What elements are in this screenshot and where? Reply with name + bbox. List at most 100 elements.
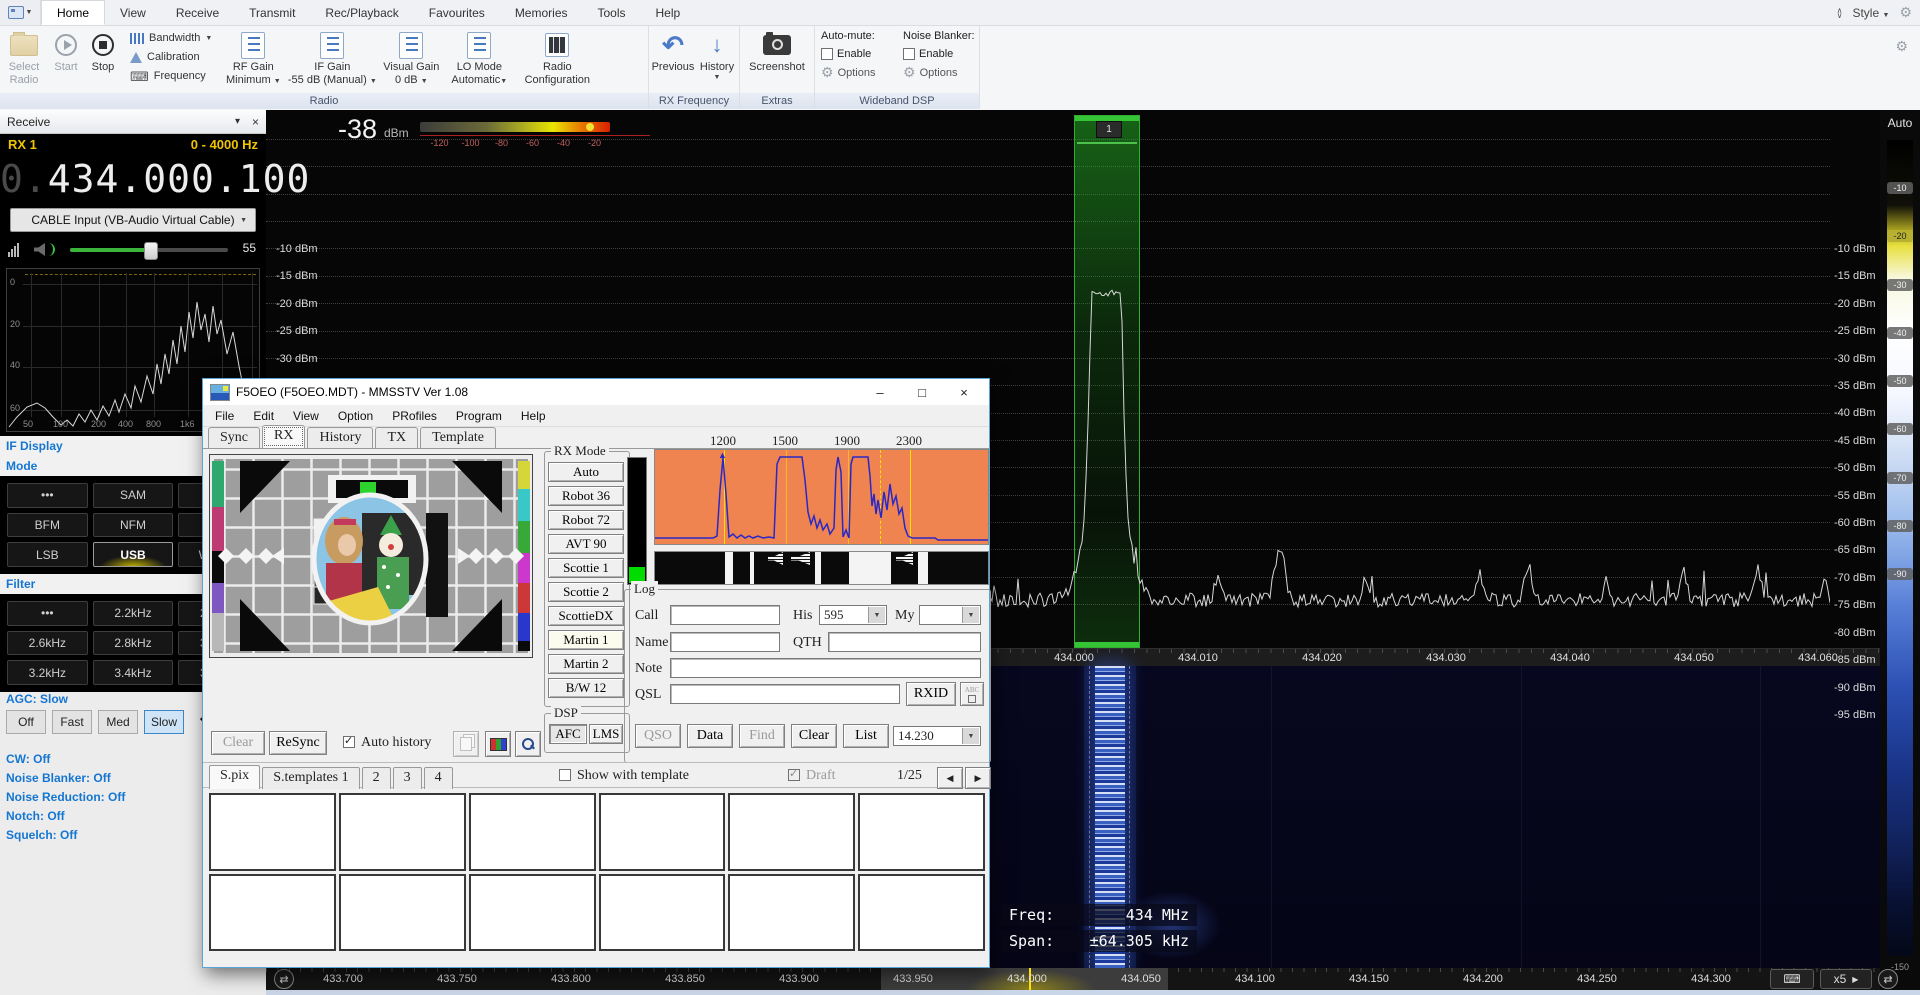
select-radio-button[interactable]: Select Radio: [0, 26, 48, 93]
filter-button[interactable]: 2.2kHz: [93, 601, 174, 626]
menu-item[interactable]: Help: [521, 409, 546, 423]
rx-mode-button[interactable]: Auto: [548, 462, 624, 482]
filter-button[interactable]: 3.4kHz: [93, 660, 174, 685]
collapse-icon[interactable]: ▾: [235, 116, 240, 127]
stock-tab[interactable]: S.templates 1: [262, 767, 359, 789]
rx-mode-button[interactable]: Robot 72: [548, 510, 624, 530]
status-line[interactable]: Noise Reduction: Off: [6, 788, 125, 807]
mmsstv-tab[interactable]: TX: [375, 427, 418, 448]
rx-mode-button[interactable]: Martin 1: [548, 630, 624, 650]
status-line[interactable]: CW: Off: [6, 750, 125, 769]
slider-thumb[interactable]: [144, 242, 158, 260]
filter-button[interactable]: •••: [7, 601, 88, 626]
app-menu-button[interactable]: ▼: [0, 0, 41, 25]
stock-picture-slot[interactable]: [469, 793, 596, 871]
bandwidth-button[interactable]: Bandwidth▼: [130, 30, 212, 46]
qth-input[interactable]: [828, 632, 981, 652]
maximize-button[interactable]: □: [901, 379, 943, 405]
menu-item[interactable]: Program: [456, 409, 502, 423]
receive-panel-header[interactable]: Receive ▾ ×: [0, 110, 266, 134]
menu-item[interactable]: File: [215, 409, 234, 423]
rx-mode-button[interactable]: ScottieDX: [548, 606, 624, 626]
rx-mode-button[interactable]: Scottie 2: [548, 582, 624, 602]
screenshot-button[interactable]: Screenshot: [740, 26, 814, 93]
rx-mode-button[interactable]: Martin 2: [548, 654, 624, 674]
agc-button[interactable]: Med: [98, 710, 138, 734]
his-combo[interactable]: 595▼: [819, 605, 887, 625]
mmsstv-tab[interactable]: Template: [420, 427, 496, 448]
agc-button[interactable]: Slow: [144, 710, 184, 734]
log-action-button[interactable]: Find: [739, 724, 785, 748]
log-action-button[interactable]: QSO: [635, 724, 681, 748]
rx-mode-button[interactable]: Scottie 1: [548, 558, 624, 578]
mode-button[interactable]: LSB: [7, 542, 88, 567]
ribbon-tab[interactable]: Help: [641, 0, 696, 25]
rx-mode-button[interactable]: AVT 90: [548, 534, 624, 554]
lms-button[interactable]: LMS: [589, 724, 623, 744]
band-combo[interactable]: 14.230▼: [893, 726, 981, 746]
auto-mute-options-button[interactable]: ⚙Options: [821, 65, 895, 80]
calibration-button[interactable]: Calibration: [130, 49, 212, 65]
ribbon-tab[interactable]: Receive: [161, 0, 234, 25]
stock-picture-slot[interactable]: [858, 793, 985, 871]
auto-mute-enable-checkbox[interactable]: Enable: [821, 46, 895, 61]
ribbon-tab[interactable]: View: [105, 0, 161, 25]
ribbon-tab[interactable]: Transmit: [234, 0, 310, 25]
agc-button[interactable]: Fast: [52, 710, 92, 734]
magnify-button[interactable]: [515, 731, 541, 757]
menu-item[interactable]: Edit: [253, 409, 274, 423]
radio-configuration-button[interactable]: Radio Configuration: [514, 26, 600, 93]
menu-item[interactable]: View: [293, 409, 319, 423]
close-icon[interactable]: ×: [252, 115, 259, 129]
abc-checkbox-button[interactable]: ABC: [960, 682, 984, 706]
rxid-button[interactable]: RXID: [906, 682, 956, 706]
stock-tab[interactable]: 3: [393, 767, 422, 789]
next-page-button[interactable]: ▶: [965, 767, 991, 789]
mode-button[interactable]: •••: [7, 483, 88, 508]
style-menu[interactable]: Style ▼: [1852, 6, 1889, 20]
show-with-template-checkbox[interactable]: [559, 769, 571, 781]
stock-picture-slot[interactable]: [209, 793, 336, 871]
resync-button[interactable]: ReSync: [269, 731, 327, 755]
previous-page-button[interactable]: ◀: [937, 767, 963, 789]
filter-button[interactable]: 2.8kHz: [93, 631, 174, 656]
rf-gain-button[interactable]: RF Gain Minimum ▼: [220, 26, 286, 93]
stock-picture-slot[interactable]: [858, 874, 985, 952]
status-line[interactable]: Squelch: Off: [6, 826, 125, 845]
close-button[interactable]: ×: [943, 379, 985, 405]
clear-image-button[interactable]: Clear: [211, 731, 265, 755]
stock-picture-slot[interactable]: [728, 793, 855, 871]
ribbon-tab[interactable]: Home: [41, 0, 105, 25]
gear-icon[interactable]: ⚙: [1895, 38, 1908, 55]
stock-tab[interactable]: 2: [362, 767, 391, 789]
log-action-button[interactable]: Data: [687, 724, 733, 748]
speaker-icon[interactable]: [34, 243, 45, 256]
afc-button[interactable]: AFC: [549, 724, 587, 744]
visual-gain-button[interactable]: Visual Gain 0 dB ▼: [378, 26, 444, 93]
stop-button[interactable]: Stop: [84, 26, 122, 93]
name-input[interactable]: [670, 632, 780, 652]
legend-auto-label[interactable]: Auto: [1880, 116, 1920, 130]
agc-button[interactable]: Off: [6, 710, 46, 734]
rx-mode-button[interactable]: B/W 12: [548, 678, 624, 698]
ribbon-tab[interactable]: Favourites: [414, 0, 500, 25]
ribbon-collapse-icon[interactable]: ∧∨: [1837, 8, 1843, 18]
ribbon-tab[interactable]: Tools: [583, 0, 641, 25]
filter-button[interactable]: 3.2kHz: [7, 660, 88, 685]
stock-tab[interactable]: S.pix: [209, 765, 260, 789]
center-button[interactable]: ⇄: [1878, 969, 1898, 989]
mode-button[interactable]: SAM: [93, 483, 174, 508]
ribbon-tab[interactable]: Rec/Playback: [310, 0, 413, 25]
stock-picture-slot[interactable]: [209, 874, 336, 952]
mmsstv-tab[interactable]: Sync: [208, 427, 260, 448]
stock-picture-slot[interactable]: [469, 874, 596, 952]
stock-picture-slot[interactable]: [728, 874, 855, 952]
stock-picture-slot[interactable]: [599, 793, 726, 871]
noise-blanker-enable-checkbox[interactable]: Enable: [903, 46, 977, 61]
ribbon-tab[interactable]: Memories: [500, 0, 583, 25]
filter-button[interactable]: 2.6kHz: [7, 631, 88, 656]
frequency-button[interactable]: ⌨Frequency: [130, 68, 212, 84]
mmsstv-tab[interactable]: RX: [262, 425, 305, 448]
note-input[interactable]: [670, 658, 981, 678]
stock-tab[interactable]: 4: [424, 767, 453, 789]
